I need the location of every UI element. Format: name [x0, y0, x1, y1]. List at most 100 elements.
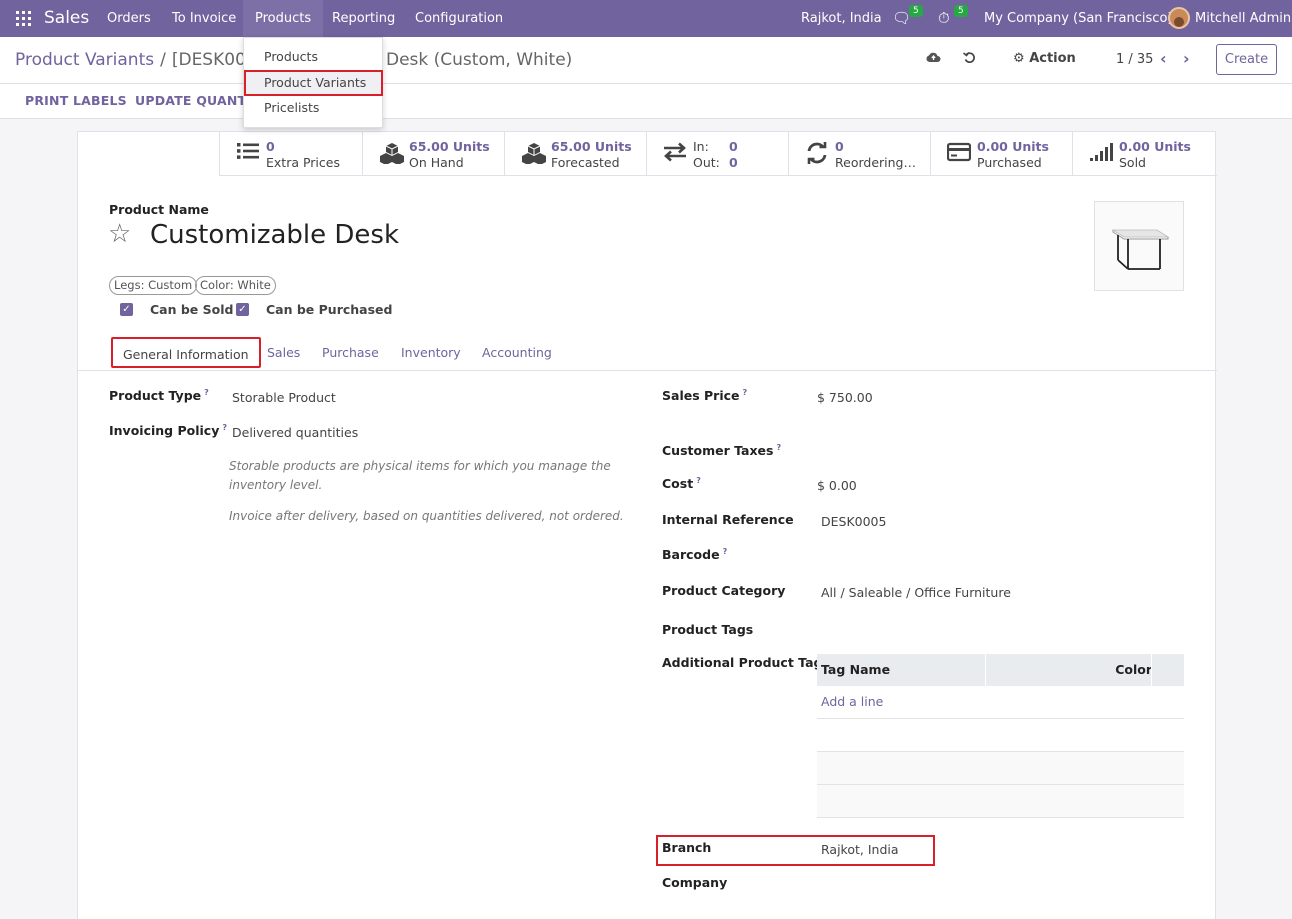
- cubes-icon: [379, 142, 404, 166]
- purchased-value: 0.00 Units: [977, 139, 1049, 154]
- control-panel: Product Variants / [DESK000 Desk (Custom, …: [0, 37, 1292, 84]
- dropdown-item-products[interactable]: Products: [264, 49, 318, 64]
- additional-tag-table: Tag Name Color Add a line: [817, 654, 1184, 818]
- top-navbar: Sales Orders To Invoice Products Reporti…: [0, 0, 1292, 37]
- out-value: 0: [729, 155, 738, 170]
- form-sheet: 0 Extra Prices 65.00 Units On Hand 65.00…: [77, 131, 1217, 919]
- purchased-button[interactable]: 0.00 Units Purchased: [930, 132, 1072, 175]
- cost-field[interactable]: $ 0.00: [817, 478, 857, 493]
- can-be-purchased-checkbox[interactable]: ✓: [236, 303, 249, 316]
- attribute-tag-color: Color: White: [195, 276, 276, 295]
- purchased-label: Purchased: [977, 155, 1042, 170]
- menu-products[interactable]: Products: [243, 0, 324, 37]
- smart-button-box: 0 Extra Prices 65.00 Units On Hand 65.00…: [219, 132, 1217, 176]
- add-a-line-link[interactable]: Add a line: [821, 694, 883, 709]
- table-row: Add a line: [817, 686, 1184, 719]
- tab-accounting[interactable]: Accounting: [482, 345, 552, 360]
- activity-clock-icon[interactable]: ⏱: [938, 9, 950, 27]
- apps-menu-icon[interactable]: [16, 11, 31, 26]
- menu-orders[interactable]: Orders: [107, 11, 151, 26]
- product-type-field[interactable]: Storable Product: [232, 390, 336, 405]
- customer-taxes-label: Customer Taxes?: [662, 443, 782, 459]
- tab-general-information[interactable]: General Information: [111, 337, 261, 368]
- can-be-sold-checkbox[interactable]: ✓: [120, 303, 133, 316]
- list-icon: [236, 142, 260, 166]
- on-hand-button[interactable]: 65.00 Units On Hand: [362, 132, 504, 175]
- desk-image-icon: [1111, 229, 1170, 270]
- user-avatar[interactable]: [1168, 7, 1190, 29]
- tab-inventory[interactable]: Inventory: [401, 345, 461, 360]
- menu-configuration[interactable]: Configuration: [415, 11, 503, 26]
- tag-table-header: Tag Name Color: [817, 654, 1184, 686]
- invoicing-policy-field[interactable]: Delivered quantities: [232, 425, 358, 440]
- extra-prices-button[interactable]: 0 Extra Prices: [219, 132, 362, 175]
- color-column-header[interactable]: Color: [1115, 662, 1152, 677]
- user-menu[interactable]: Mitchell Admin: [1195, 11, 1291, 26]
- reordering-button[interactable]: 0 Reordering…: [788, 132, 930, 175]
- can-be-sold-label: Can be Sold: [150, 302, 234, 317]
- in-label: In:: [693, 139, 709, 154]
- on-hand-value: 65.00 Units: [409, 139, 490, 154]
- forecasted-value: 65.00 Units: [551, 139, 632, 154]
- product-image[interactable]: [1094, 201, 1184, 291]
- extra-prices-label: Extra Prices: [266, 155, 340, 170]
- product-category-label: Product Category: [662, 583, 786, 598]
- reordering-label: Reordering…: [835, 155, 916, 170]
- sold-label: Sold: [1119, 155, 1146, 170]
- discard-undo-icon[interactable]: [962, 51, 976, 68]
- update-quantity-button[interactable]: UPDATE QUANTIT: [135, 93, 260, 108]
- breadcrumb-parent[interactable]: Product Variants: [15, 50, 154, 70]
- print-labels-button[interactable]: PRINT LABELS: [25, 93, 127, 108]
- signal-icon: [1089, 142, 1113, 166]
- company-switcher[interactable]: My Company (San Francisco): [984, 11, 1172, 26]
- table-row: [817, 752, 1184, 785]
- pager-next-icon[interactable]: ›: [1183, 49, 1190, 68]
- activities-badge: 5: [954, 5, 968, 17]
- credit-card-icon: [946, 142, 972, 166]
- tab-purchase[interactable]: Purchase: [322, 345, 379, 360]
- additional-product-tag-label: Additional Product Tag: [662, 655, 823, 670]
- product-category-field[interactable]: All / Saleable / Office Furniture: [821, 585, 1011, 600]
- action-menu-button[interactable]: ⚙ Action: [1013, 51, 1076, 66]
- favorite-star-icon[interactable]: ☆: [108, 219, 131, 249]
- internal-reference-field[interactable]: DESK0005: [821, 514, 886, 529]
- menu-reporting[interactable]: Reporting: [332, 11, 395, 26]
- in-out-button[interactable]: In: 0 Out: 0: [646, 132, 788, 175]
- on-hand-label: On Hand: [409, 155, 464, 170]
- barcode-label: Barcode?: [662, 547, 728, 563]
- product-type-label: Product Type?: [109, 388, 209, 404]
- tag-name-column-header[interactable]: Tag Name: [821, 662, 890, 677]
- products-dropdown-menu: Products Product Variants Pricelists: [243, 37, 383, 128]
- branch-field[interactable]: Rajkot, India: [821, 842, 899, 857]
- invoicing-policy-help: Invoice after delivery, based on quantit…: [229, 509, 624, 523]
- pager-value[interactable]: 1 / 35: [1116, 52, 1153, 67]
- sold-button[interactable]: 0.00 Units Sold: [1072, 132, 1217, 175]
- save-cloud-icon[interactable]: [926, 51, 941, 68]
- column-divider: [985, 654, 986, 686]
- cubes-icon: [521, 142, 546, 166]
- can-be-purchased-label: Can be Purchased: [266, 302, 393, 317]
- sales-price-field[interactable]: $ 750.00: [817, 390, 873, 405]
- sales-price-label: Sales Price?: [662, 388, 748, 404]
- form-statusbar: PRINT LABELS UPDATE QUANTIT: [0, 84, 1292, 119]
- branch-switcher[interactable]: Rajkot, India: [801, 11, 882, 26]
- dropdown-item-pricelists[interactable]: Pricelists: [264, 100, 319, 115]
- product-type-help: Storable products are physical items for…: [229, 459, 611, 492]
- cost-label: Cost?: [662, 476, 701, 492]
- tab-sales[interactable]: Sales: [267, 345, 300, 360]
- breadcrumb-current-end: Desk (Custom, White): [386, 50, 573, 70]
- pager-previous-icon[interactable]: ‹: [1160, 49, 1167, 68]
- attribute-tag-legs: Legs: Custom: [109, 276, 198, 295]
- product-name-field[interactable]: Customizable Desk: [150, 220, 399, 250]
- app-name[interactable]: Sales: [44, 8, 89, 28]
- forecasted-label: Forecasted: [551, 155, 620, 170]
- forecasted-button[interactable]: 65.00 Units Forecasted: [504, 132, 646, 175]
- dropdown-item-product-variants[interactable]: Product Variants: [264, 75, 366, 90]
- create-button[interactable]: Create: [1216, 44, 1277, 75]
- messages-badge: 5: [909, 5, 923, 17]
- out-label: Out:: [693, 155, 720, 170]
- action-label: Action: [1029, 51, 1076, 66]
- menu-to-invoice[interactable]: To Invoice: [172, 11, 236, 26]
- invoicing-policy-label: Invoicing Policy?: [109, 423, 227, 439]
- refresh-icon: [805, 141, 829, 166]
